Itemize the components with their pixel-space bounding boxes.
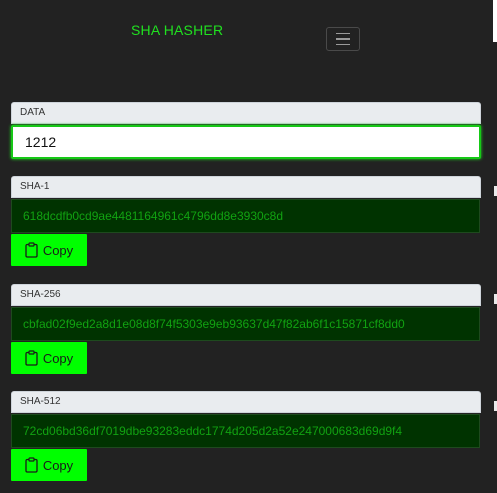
hamburger-menu-icon bbox=[336, 32, 350, 46]
sha256-label: SHA-256 bbox=[11, 284, 481, 306]
navbar-toggle-button[interactable] bbox=[326, 27, 360, 51]
sha512-output[interactable]: 72cd06bd36df7019dbe93283eddc1774d205d2a5… bbox=[11, 414, 480, 448]
clipboard-icon bbox=[25, 457, 38, 473]
sha1-label: SHA-1 bbox=[11, 176, 481, 198]
copy-button-label: Copy bbox=[42, 242, 74, 258]
copy-button-label: Copy bbox=[42, 457, 74, 473]
data-input[interactable] bbox=[11, 125, 481, 159]
data-label: DATA bbox=[11, 102, 481, 124]
copy-button-label: Copy bbox=[42, 350, 74, 366]
sha256-copy-button[interactable]: Copy bbox=[11, 342, 87, 374]
clipboard-icon bbox=[25, 242, 38, 258]
clipboard-icon bbox=[25, 350, 38, 366]
scroll-edge bbox=[493, 0, 497, 42]
brand-title[interactable]: SHA HASHER bbox=[131, 22, 223, 38]
sha256-output[interactable]: cbfad02f9ed2a8d1e08d8f74f5303e9eb93637d4… bbox=[11, 307, 480, 341]
navbar: SHA HASHER bbox=[0, 0, 497, 70]
sha512-copy-button[interactable]: Copy bbox=[11, 449, 87, 481]
sha512-label: SHA-512 bbox=[11, 391, 481, 413]
sha1-copy-button[interactable]: Copy bbox=[11, 234, 87, 266]
sha1-output[interactable]: 618dcdfb0cd9ae4481164961c4796dd8e3930c8d bbox=[11, 199, 480, 233]
